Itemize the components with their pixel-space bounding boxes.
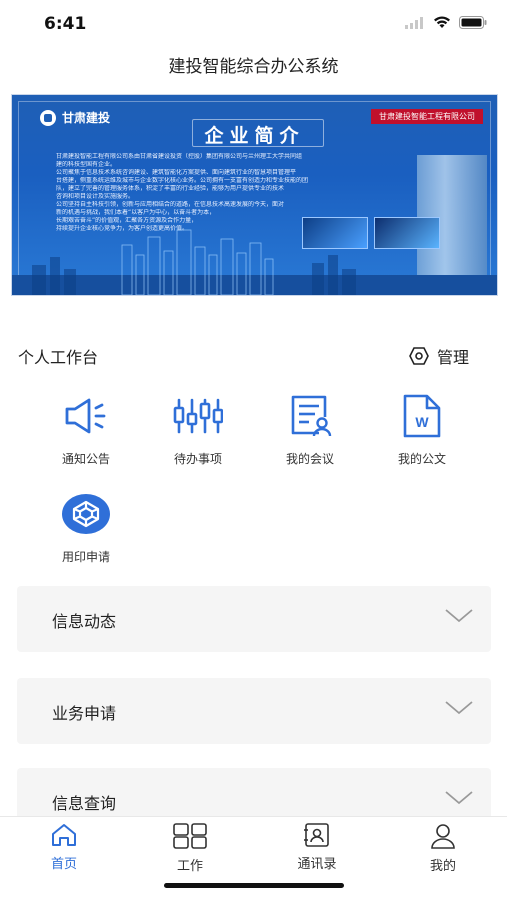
signal-icon	[405, 16, 423, 29]
banner-line: 建的科技型国有企业。	[56, 161, 117, 168]
status-bar: 6:41	[0, 0, 507, 50]
banner-line: 咨询和项目设计及实施服务。	[56, 193, 135, 200]
tab-me[interactable]: 我的	[398, 823, 488, 874]
home-indicator[interactable]	[164, 883, 344, 888]
word-doc-icon: W	[394, 388, 450, 444]
workbench-item-label: 用印申请	[61, 550, 110, 564]
workbench-item-label: 通知公告	[61, 452, 110, 466]
user-icon	[431, 824, 455, 849]
manage-label: 管理	[436, 348, 469, 367]
banner-title: 企业简介	[204, 125, 305, 147]
banner-line: 新的机遇与挑战，我们本着“以客户为中心，以奋斗者为本，	[56, 209, 216, 216]
banner-line: 公司聚焦于信息技术系统咨询建设、建筑智能化方案提供、面向建筑行业的智慧项目管理平	[56, 169, 297, 176]
wifi-icon	[434, 16, 450, 28]
workbench-item-label: 我的会议	[285, 452, 334, 466]
seal-icon	[58, 486, 114, 542]
tab-label: 工作	[176, 859, 203, 874]
workbench-item-label: 待办事项	[173, 452, 222, 466]
workbench-item-notice[interactable]: 通知公告	[28, 388, 144, 478]
manage-button[interactable]: 管理	[409, 344, 469, 368]
section-label: 信息动态	[52, 612, 117, 631]
tab-home[interactable]: 首页	[19, 823, 109, 872]
workbench-item-documents[interactable]: W 我的公文	[364, 388, 480, 478]
section-label: 信息查询	[52, 794, 117, 813]
workbench-title: 个人工作台	[18, 348, 99, 367]
tab-label: 通讯录	[297, 857, 337, 872]
home-icon	[52, 824, 76, 846]
section-label: 业务申请	[52, 704, 117, 723]
banner-line: 甘肃建投智能工程有限公司系由甘肃省建设投资（控股）集团有限公司与兰州理工大学共同…	[56, 153, 303, 160]
megaphone-icon	[58, 388, 114, 444]
tab-contacts[interactable]: 通讯录	[272, 823, 362, 872]
chevron-down-icon	[445, 791, 473, 805]
section-business-application[interactable]: 业务申请	[17, 678, 491, 744]
status-icons	[405, 16, 487, 29]
status-time: 6:41	[44, 14, 87, 34]
sliders-icon	[170, 388, 226, 444]
grid-icon	[173, 823, 207, 849]
banner-line: 台搭建，侧重系统运维及城市与企业数字化核心业务。公司拥有一支富有创造力和专业技能…	[56, 177, 309, 184]
tab-work[interactable]: 工作	[145, 823, 235, 874]
workbench-item-meeting[interactable]: 我的会议	[252, 388, 368, 478]
settings-hex-icon	[409, 347, 429, 365]
city-skyline-image	[12, 229, 497, 295]
company-banner[interactable]: 甘肃建投 甘肃建投智能工程有限公司 企业简介 甘肃建投智能工程有限公司系由甘肃省…	[11, 94, 498, 296]
chevron-down-icon	[445, 609, 473, 623]
tab-label: 首页	[50, 857, 77, 872]
section-news[interactable]: 信息动态	[17, 586, 491, 652]
chevron-down-icon	[445, 701, 473, 715]
tab-bar: 首页 工作 通讯录 我的	[0, 816, 507, 901]
workbench-item-todo[interactable]: 待办事项	[140, 388, 256, 478]
tab-label: 我的	[429, 859, 456, 874]
banner-line: 队，建立了完善的管理服务体系，积淀了丰富的行业经验，能够为用户提供专业的技术	[56, 185, 285, 192]
battery-icon	[459, 16, 487, 29]
banner-line: 公司坚持自主科技引领，创新与应用相结合的道路，在信息技术高速发展的今天，面对	[56, 201, 285, 208]
workbench-item-label: 我的公文	[397, 452, 446, 466]
contacts-icon	[304, 823, 329, 847]
page-title: 建投智能综合办公系统	[168, 57, 339, 77]
workbench-item-seal[interactable]: 用印申请	[28, 486, 144, 576]
svg-text:W: W	[415, 414, 429, 430]
meeting-doc-icon	[282, 388, 338, 444]
